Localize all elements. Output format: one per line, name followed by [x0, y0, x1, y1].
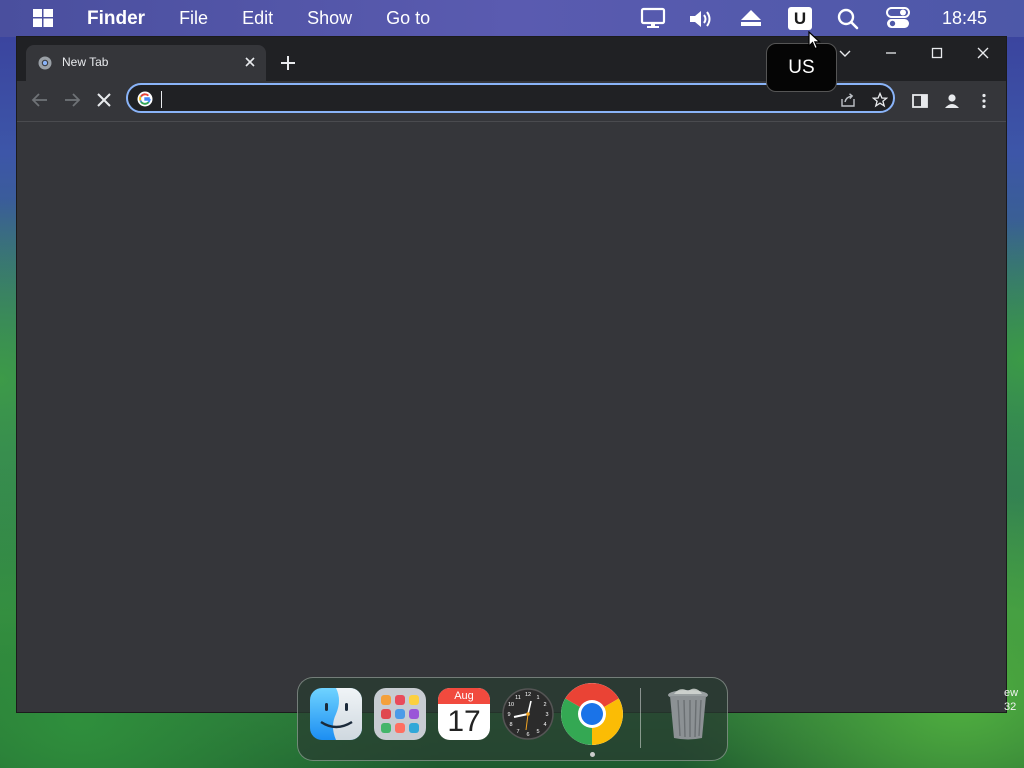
clock-icon[interactable]: 12 12 3 45 6 78 9 1011: [500, 686, 556, 742]
stop-loading-icon[interactable]: [93, 89, 115, 111]
launchpad-icon[interactable]: [372, 686, 428, 742]
svg-text:4: 4: [543, 722, 546, 728]
svg-text:7: 7: [516, 729, 519, 735]
svg-text:10: 10: [508, 702, 514, 708]
eject-icon[interactable]: [740, 9, 762, 27]
share-icon[interactable]: [840, 92, 856, 108]
svg-text:12: 12: [525, 692, 531, 698]
windows-logo-icon[interactable]: [33, 9, 53, 27]
svg-text:9: 9: [507, 712, 510, 718]
volume-icon[interactable]: [688, 8, 716, 30]
svg-text:6: 6: [526, 732, 529, 738]
menu-edit[interactable]: Edit: [242, 8, 273, 29]
calendar-day: 17: [447, 705, 481, 738]
dock-separator: [640, 688, 641, 748]
forward-arrow-icon[interactable]: [61, 89, 83, 111]
dock: Aug 17 12 1 2 3 45 6 78 9 10 11: [297, 677, 728, 761]
desktop-partial-label: ew 32: [1004, 686, 1018, 714]
profile-icon[interactable]: [943, 92, 961, 110]
svg-text:3: 3: [545, 712, 548, 718]
calendar-month: Aug: [438, 688, 490, 704]
google-g-icon: [137, 91, 153, 107]
menu-show[interactable]: Show: [307, 8, 352, 29]
svg-text:1: 1: [536, 695, 539, 701]
more-menu-icon[interactable]: [975, 92, 993, 110]
maximize-icon[interactable]: [927, 43, 947, 63]
desktop-partial-text-1: ew: [1004, 687, 1019, 699]
display-icon[interactable]: [640, 7, 666, 29]
side-panel-icon[interactable]: [911, 92, 929, 110]
svg-text:2: 2: [543, 702, 546, 708]
search-icon[interactable]: [837, 8, 859, 30]
svg-text:8: 8: [509, 722, 512, 728]
input-source-tooltip: US: [766, 43, 837, 92]
menu-app-name[interactable]: Finder: [87, 8, 145, 30]
tab-search-chevron-icon[interactable]: [835, 43, 855, 63]
close-window-icon[interactable]: [973, 43, 993, 63]
menu-file[interactable]: File: [179, 8, 208, 29]
chrome-running-indicator: [590, 752, 595, 757]
minimize-icon[interactable]: [881, 43, 901, 63]
chrome-icon[interactable]: [560, 682, 624, 746]
menu-bar: Finder File Edit Show Go to U 18:45: [0, 0, 1024, 37]
menu-items: Finder File Edit Show Go to: [87, 0, 464, 37]
finder-icon[interactable]: [308, 686, 364, 742]
mouse-cursor-icon: [808, 31, 822, 50]
chrome-favicon-icon: [38, 56, 52, 70]
tab-title: New Tab: [62, 55, 109, 69]
bookmark-star-icon[interactable]: [872, 92, 888, 108]
calendar-icon[interactable]: Aug 17: [438, 688, 490, 740]
menu-go-to[interactable]: Go to: [386, 8, 430, 29]
back-arrow-icon[interactable]: [29, 89, 51, 111]
close-tab-icon[interactable]: [242, 54, 258, 70]
tab-new-tab[interactable]: New Tab: [26, 45, 266, 81]
control-center-icon[interactable]: [886, 7, 910, 29]
input-source-icon[interactable]: U: [788, 7, 812, 30]
menu-clock[interactable]: 18:45: [942, 8, 987, 29]
svg-text:11: 11: [515, 695, 521, 701]
new-tab-plus-icon[interactable]: [276, 51, 300, 75]
svg-text:5: 5: [536, 729, 539, 735]
tab-strip: New Tab: [17, 37, 1006, 81]
trash-icon[interactable]: [660, 686, 716, 742]
page-content[interactable]: [17, 122, 1006, 712]
desktop-partial-text-2: 32: [1004, 701, 1017, 713]
browser-toolbar: [17, 81, 1006, 122]
address-input[interactable]: [161, 89, 805, 111]
browser-window: New Tab: [17, 37, 1006, 712]
